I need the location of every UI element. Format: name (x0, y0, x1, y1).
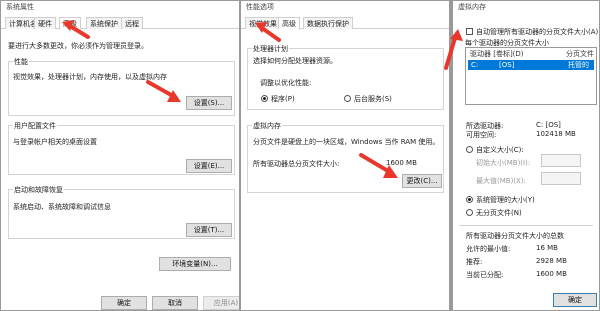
no-paging-radio[interactable] (466, 209, 473, 216)
performance-title: 性能 (13, 57, 29, 67)
custom-size-radio[interactable] (466, 146, 473, 153)
divider (459, 225, 593, 226)
window-title: 系统属性 (1, 1, 239, 14)
total-paging-label: 所有驱动器总分页文件大小: (253, 160, 340, 168)
total-title: 所有驱动器分页文件大小的总数 (466, 232, 564, 240)
ok-button[interactable]: 确定 (553, 293, 597, 307)
tab-hardware[interactable]: 硬件 (34, 17, 56, 29)
min-label: 允许的最小值: (466, 245, 511, 253)
drive-column-header: 驱动器 [卷标](D) (470, 50, 524, 58)
user-profiles-desc: 与登录帐户相关的桌面设置 (13, 138, 97, 146)
programs-radio[interactable] (261, 95, 268, 102)
arrow-to-auto-manage-checkbox (444, 29, 463, 70)
tab-remote[interactable]: 远程 (121, 17, 143, 29)
drive-row[interactable]: C: [OS] 托管的 (468, 60, 594, 70)
initial-size-input[interactable] (541, 154, 581, 167)
system-managed-radio[interactable] (466, 196, 473, 203)
virtual-memory-title: 虚拟内存 (252, 121, 282, 131)
virtual-memory-group: 虚拟内存 分页文件是硬盘上的一块区域，Windows 当作 RAM 使用。 所有… (247, 121, 444, 193)
auto-manage-label: 自动管理所有驱动器的分页文件大小(A) (476, 28, 599, 36)
tab-dep[interactable]: 数据执行保护 (303, 17, 353, 29)
processor-scheduling-group: 处理器计划 选择如何分配处理器资源。 调整以优化性能: 程序(P) 后台服务(S… (247, 44, 444, 110)
virtual-memory-window: 虚拟内存 自动管理所有驱动器的分页文件大小(A) 每个驱动器的分页文件大小 驱动… (452, 0, 600, 311)
startup-recovery-title: 启动和故障恢复 (13, 185, 64, 195)
performance-desc: 视觉效果，处理器计划，内存使用，以及虚拟内存 (13, 73, 167, 81)
initial-size-label: 初始大小(MB)(I): (476, 159, 531, 167)
drive-list-header: 驱动器 [卷标](D) 分页文件大小 (466, 48, 596, 70)
startup-recovery-desc: 系统启动、系统故障和调试信息 (13, 203, 111, 211)
system-properties-window: 系统属性 计算机名 硬件 高级 系统保护 远程 要进行大多数更改，你必须作为管理… (0, 0, 240, 311)
recommended-label: 推荐: (466, 258, 483, 266)
environment-variables-button[interactable]: 环境变量(N)... (159, 257, 231, 271)
processor-scheduling-desc: 选择如何分配处理器资源。 (253, 57, 337, 65)
system-managed-label: 系统管理的大小(Y) (476, 196, 535, 204)
user-profiles-settings-button[interactable]: 设置(E)... (186, 159, 232, 173)
auto-manage-checkbox[interactable] (466, 28, 473, 35)
window-title: 性能选项 (241, 1, 449, 14)
performance-options-window: 性能选项 视觉效果 高级 数据执行保护 处理器计划 选择如何分配处理器资源。 调… (240, 0, 450, 311)
cancel-button[interactable]: 取消 (152, 296, 198, 310)
arrow-to-change-button (359, 153, 398, 178)
user-profiles-title: 用户配置文件 (13, 121, 57, 131)
current-value: 1600 MB (536, 270, 567, 278)
user-profiles-group: 用户配置文件 与登录帐户相关的桌面设置 设置(E)... (8, 121, 235, 175)
admin-note: 要进行大多数更改，你必须作为管理员登录。 (8, 42, 148, 50)
background-services-radio[interactable] (344, 95, 351, 102)
drive-list[interactable]: 驱动器 [卷标](D) 分页文件大小 C: [OS] 托管的 (465, 47, 597, 105)
optimize-label: 调整以优化性能: (260, 79, 312, 87)
custom-size-label: 自定义大小(C): (476, 146, 524, 154)
startup-recovery-settings-button[interactable]: 设置(T)... (186, 223, 232, 237)
arrow-to-performance-settings (146, 80, 181, 102)
no-paging-label: 无分页文件(N) (476, 209, 522, 217)
current-label: 当前已分配: (466, 271, 504, 279)
background-services-radio-label: 后台服务(S) (354, 95, 392, 103)
drive-letter: C: (471, 61, 479, 69)
apply-button[interactable]: 应用(A) (203, 296, 239, 310)
max-size-label: 最大值(MB)(X): (476, 177, 526, 185)
min-value: 16 MB (536, 244, 558, 252)
window-title: 虚拟内存 (453, 1, 599, 14)
startup-recovery-group: 启动和故障恢复 系统启动、系统故障和调试信息 设置(T)... (8, 185, 235, 239)
arrow-to-advanced-tab (62, 20, 90, 39)
programs-radio-label: 程序(P) (271, 95, 295, 103)
change-button[interactable]: 更改(C)... (402, 174, 442, 188)
processor-scheduling-title: 处理器计划 (252, 44, 289, 54)
recommended-value: 2928 MB (536, 257, 567, 265)
tab-bar: 计算机名 硬件 高级 系统保护 远程 (1, 17, 239, 30)
virtual-memory-desc: 分页文件是硬盘上的一块区域，Windows 当作 RAM 使用。 (253, 138, 440, 146)
drive-size: 托管的 (568, 61, 589, 69)
arrow-to-advanced-tab-2 (255, 22, 281, 42)
drive-label: [OS] (499, 61, 515, 69)
space-label: 可用空间: (466, 131, 497, 139)
selected-drive-value: C: [OS] (536, 121, 561, 129)
max-size-input[interactable] (541, 172, 581, 185)
performance-settings-button[interactable]: 设置(S)... (186, 96, 232, 110)
space-value: 102418 MB (536, 130, 576, 138)
performance-group: 性能 视觉效果，处理器计划，内存使用，以及虚拟内存 设置(S)... (8, 57, 235, 116)
ok-button[interactable]: 确定 (101, 296, 147, 310)
